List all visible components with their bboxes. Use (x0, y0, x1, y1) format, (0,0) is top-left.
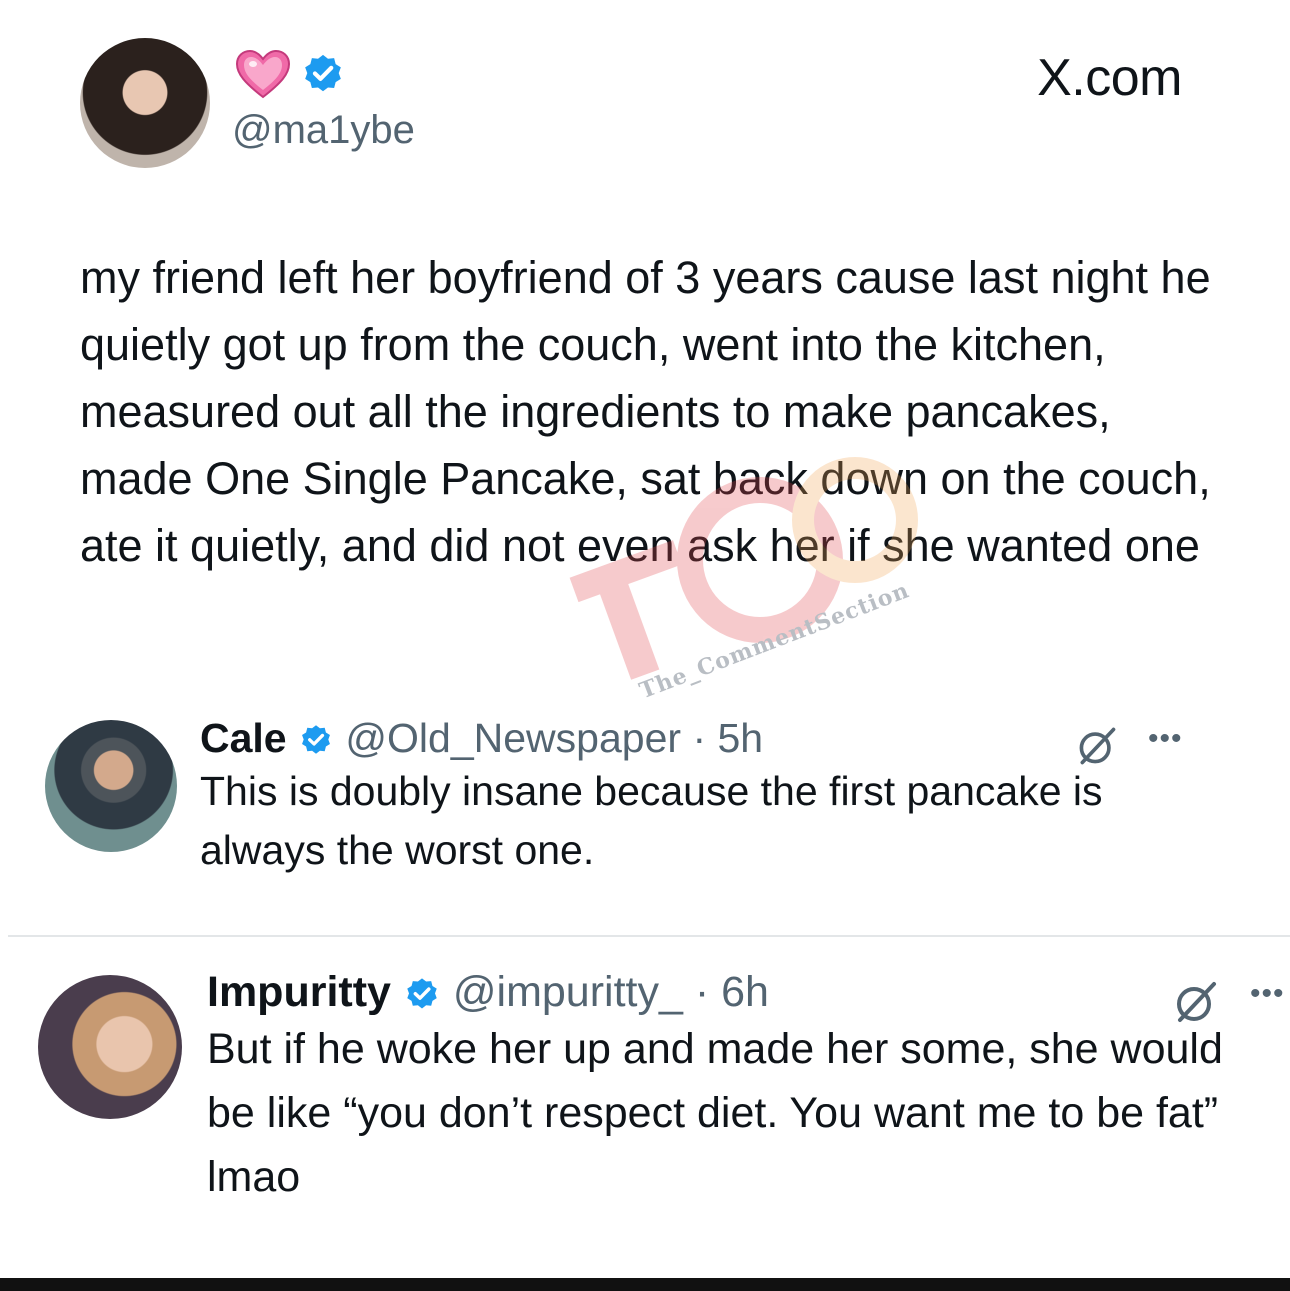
watermark-text: The_CommentSection (636, 577, 914, 705)
reply-text: This is doubly insane because the first … (200, 768, 1103, 873)
pink-heart-emoji-icon (235, 50, 291, 99)
divider (8, 935, 1290, 937)
author-avatar[interactable] (80, 38, 210, 168)
reply-item: Cale @Old_Newspaper · 5h This is doubly … (200, 715, 1210, 880)
reply-author-name[interactable]: Impuritty (207, 968, 391, 1016)
reply-handle[interactable]: @Old_Newspaper (345, 715, 681, 761)
verified-badge-icon (305, 54, 341, 92)
grok-icon[interactable] (1075, 724, 1119, 768)
reply-header: Impuritty @impuritty_ · 6h (207, 968, 1247, 1017)
reply-avatar[interactable] (45, 720, 177, 852)
more-icon[interactable]: ••• (1250, 977, 1285, 1011)
site-label: X.com (1037, 49, 1182, 107)
reply-header: Cale @Old_Newspaper · 5h (200, 715, 1210, 762)
reply-timestamp[interactable]: · 6h (695, 968, 769, 1016)
reply-item: Impuritty @impuritty_ · 6h But if he wok… (207, 968, 1247, 1209)
verified-badge-icon (302, 725, 330, 754)
more-icon[interactable]: ••• (1148, 722, 1183, 756)
reply-text: But if he woke her up and made her some,… (207, 1025, 1223, 1201)
author-handle[interactable]: @ma1ybe (232, 108, 415, 153)
post-text: my friend left her boyfriend of 3 years … (80, 252, 1211, 571)
verified-badge-icon (407, 978, 437, 1009)
reply-author-name[interactable]: Cale (200, 715, 287, 761)
grok-icon[interactable] (1172, 978, 1220, 1026)
bottom-edge-bar (0, 1278, 1290, 1291)
reply-timestamp[interactable]: · 5h (692, 715, 763, 761)
reply-avatar[interactable] (38, 975, 182, 1119)
reply-handle[interactable]: @impuritty_ (453, 968, 683, 1016)
